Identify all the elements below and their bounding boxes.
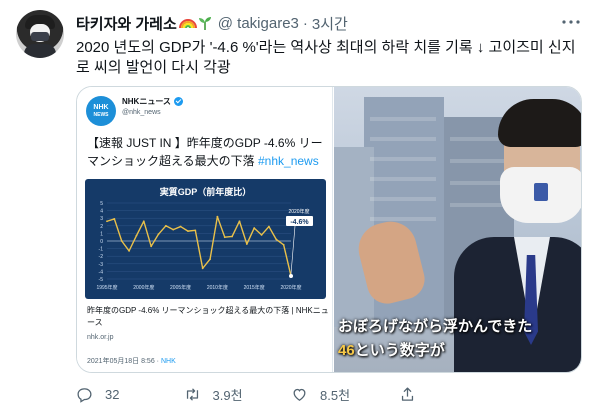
- x-tick-label: 2010年度: [207, 284, 228, 291]
- gdp-chart-svg: 5 43 21 0 -1-2 -3-4 -51995年度 2000年度 2005年度 2010年度…: [96, 201, 313, 291]
- y-tick-label: -5: [99, 277, 104, 283]
- retweet-icon: [186, 387, 198, 401]
- data-point: [223, 236, 226, 239]
- y-tick-label: 2: [100, 224, 103, 230]
- user-handle[interactable]: @ takigare3: [218, 15, 299, 32]
- sprout-emoji-icon: [198, 17, 211, 30]
- reply-button[interactable]: 32: [76, 386, 184, 403]
- data-point: [238, 220, 241, 223]
- data-point: [179, 225, 182, 228]
- reply-icon: [77, 387, 92, 403]
- data-point: [194, 229, 197, 232]
- like-count: 8.5천: [320, 387, 351, 403]
- more-icon[interactable]: [561, 12, 581, 32]
- like-button[interactable]: 8.5천: [291, 385, 399, 404]
- hashtag-link: #nhk_news: [258, 154, 319, 168]
- data-point: [231, 235, 234, 238]
- data-point: [157, 233, 160, 236]
- tweet[interactable]: 타키자와 가레소 @ takigare3 · 3시간 2020 년도의 GDP가…: [0, 0, 595, 412]
- quoted-date: 2021年05月18日 8:56 · NHK: [87, 358, 176, 365]
- data-point: [150, 245, 153, 248]
- display-name[interactable]: 타키자와 가레소: [76, 13, 177, 34]
- y-tick-label: -1: [99, 247, 104, 253]
- y-tick-label: 1: [100, 231, 103, 237]
- x-tick-label: 2000年度: [133, 284, 154, 291]
- annotation-value: -4.6%: [290, 219, 309, 226]
- x-tick-label: 2005年度: [170, 284, 191, 291]
- data-point: [275, 238, 278, 241]
- data-point: [268, 225, 270, 228]
- data-point: [209, 258, 211, 261]
- annotation-pointer: [290, 225, 296, 274]
- retweet-button[interactable]: 3.9천: [184, 385, 292, 404]
- link-domain: nhk.or.jp: [87, 334, 114, 341]
- annotation-label: 2020年度: [288, 208, 309, 215]
- quoted-text: 【速報 JUST IN 】昨年度のGDP -4.6% リーマンショック超える最大…: [87, 136, 323, 168]
- x-tick-label: 2015年度: [244, 284, 265, 291]
- media-card[interactable]: NHK NEWS NHKニュース @nhk_news 【速報 JUST IN 】…: [76, 86, 582, 373]
- data-point: [282, 243, 285, 246]
- y-tick-label: 5: [100, 201, 103, 207]
- quoted-name: NHKニュース: [122, 96, 183, 107]
- y-tick-label: 4: [100, 209, 103, 215]
- tweet-text: 2020 년도의 GDP가 '-4.6 %'라는 역사상 최대의 하락 치를 기…: [76, 39, 576, 76]
- y-tick-label: -2: [99, 254, 104, 260]
- data-point: [128, 249, 130, 252]
- data-point: [164, 224, 167, 227]
- share-icon: [401, 386, 413, 401]
- data-point: [106, 220, 108, 223]
- data-point: [172, 228, 175, 231]
- video-caption-line2: 46という数字が: [338, 342, 445, 359]
- y-tick-label: 3: [100, 216, 103, 222]
- avatar[interactable]: [16, 10, 64, 58]
- data-point: [260, 234, 263, 236]
- x-tick-label: 1995年度: [96, 284, 117, 291]
- action-bar: 32 3.9천 8.5천: [76, 384, 506, 404]
- data-point: [120, 240, 123, 242]
- data-point: [201, 267, 204, 270]
- video-caption-line1: おぼろげながら浮かんできた: [338, 318, 533, 335]
- verified-icon: [173, 97, 183, 106]
- x-tick-label: 2020年度: [280, 284, 301, 291]
- reply-count: 32: [105, 386, 120, 402]
- video-thumbnail[interactable]: おぼろげながら浮かんできた 46という数字が: [334, 87, 581, 372]
- data-point: [113, 218, 116, 220]
- y-tick-label: -3: [99, 262, 104, 268]
- heart-icon: [293, 388, 306, 401]
- data-point: [245, 243, 248, 245]
- data-point: [216, 215, 219, 218]
- nhk-logo: NHK NEWS: [86, 96, 116, 126]
- rainbow-emoji-icon: [178, 18, 197, 28]
- data-point: [135, 234, 138, 237]
- y-tick-label: -4: [99, 269, 104, 275]
- share-button[interactable]: [399, 386, 507, 403]
- highlight-point: [289, 273, 293, 278]
- timestamp[interactable]: 3시간: [312, 13, 348, 34]
- quoted-handle: @nhk_news: [122, 109, 161, 116]
- data-point: [253, 227, 256, 229]
- separator: ·: [302, 14, 308, 32]
- data-point: [142, 220, 145, 223]
- data-point: [187, 230, 189, 233]
- link-title: 昨年度のGDP -4.6% リーマンショック超える最大の下落 | NHKニュース: [87, 306, 329, 327]
- tweet-header: 타키자와 가레소 @ takigare3 · 3시간: [76, 13, 348, 33]
- quoted-tweet-image[interactable]: NHK NEWS NHKニュース @nhk_news 【速報 JUST IN 】…: [77, 87, 333, 372]
- gdp-chart: 実質GDP（前年度比） 5 4 3 2 1 0 -1 -2 -3 -4 -5 1995年度 2000年度…: [85, 179, 326, 299]
- y-tick-label: 0: [100, 239, 103, 245]
- retweet-count: 3.9천: [212, 387, 243, 403]
